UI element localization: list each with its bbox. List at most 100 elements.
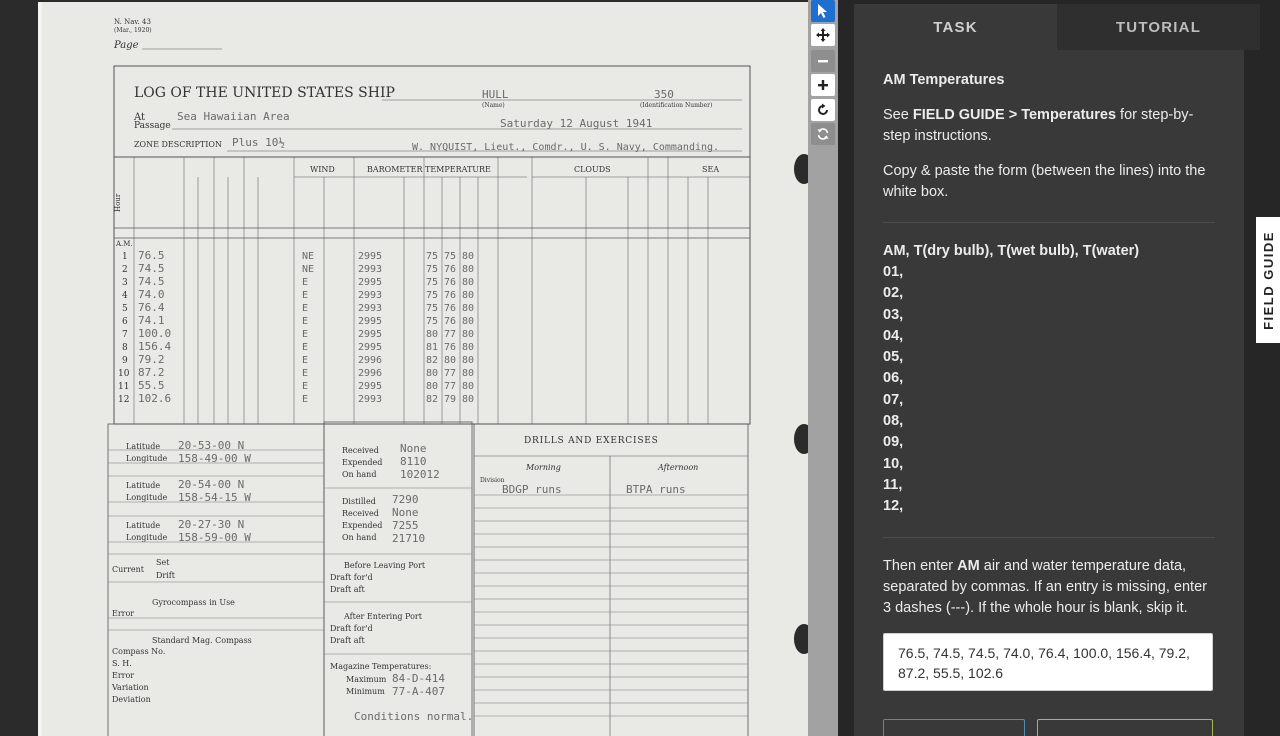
svg-text:75: 75 [426, 264, 438, 275]
page-label: Page [113, 40, 139, 51]
afternoon-header: Afternoon [657, 463, 698, 472]
svg-text:76: 76 [444, 342, 456, 353]
zone-value: Plus 10½ [232, 136, 285, 149]
zoom-in-icon[interactable] [811, 74, 835, 96]
drill-afternoon: BTPA runs [626, 483, 686, 496]
form-line: 07, [883, 391, 904, 408]
fuel-on-hand-label: On hand [342, 470, 376, 479]
water-distilled: 7290 [392, 493, 419, 506]
table-row: 12 102.6 E 2993 82 79 80 [118, 392, 474, 405]
svg-text:76: 76 [444, 290, 456, 301]
pointer-icon[interactable] [811, 0, 835, 22]
svg-text:102.6: 102.6 [138, 392, 171, 405]
table-row: 6 74.1 E 2995 75 76 80 [122, 314, 474, 327]
svg-text:3: 3 [122, 278, 128, 288]
document-viewer[interactable]: N. Nav. 43 (Mar., 1920) Page LOG OF THE … [0, 0, 808, 736]
svg-text:75: 75 [444, 251, 456, 262]
instruction-bold: AM [957, 557, 980, 574]
svg-text:80: 80 [462, 355, 474, 366]
move-icon[interactable] [811, 24, 835, 46]
water-on-hand: 21710 [392, 532, 425, 545]
svg-text:80: 80 [462, 251, 474, 262]
svg-text:E: E [302, 342, 308, 353]
passage-label: Passage [134, 121, 171, 131]
svg-text:E: E [302, 316, 308, 327]
svg-text:12: 12 [118, 395, 129, 405]
table-row: 4 74.0 E 2993 75 76 80 [122, 288, 474, 301]
wind-header: WIND [310, 165, 335, 174]
division-label: Division [480, 477, 505, 484]
svg-text:80: 80 [426, 368, 438, 379]
before-leaving-label: Before Leaving Port [344, 561, 426, 570]
instruction-field-guide: See FIELD GUIDE > Temperatures for step-… [883, 105, 1215, 147]
sh-label: S. H. [112, 659, 132, 668]
field-guide-label: FIELD GUIDE [1260, 230, 1276, 330]
svg-text:74.5: 74.5 [138, 275, 165, 288]
svg-text:2993: 2993 [358, 290, 382, 301]
svg-text:7: 7 [122, 330, 128, 340]
form-line: 03, [883, 306, 904, 323]
svg-text:2995: 2995 [358, 251, 382, 262]
svg-text:80: 80 [462, 329, 474, 340]
commanding-officer: W. NYQUIST, Lieut., Comdr., U. S. Navy, … [412, 142, 719, 153]
svg-text:75: 75 [426, 290, 438, 301]
svg-text:75: 75 [426, 316, 438, 327]
tab-tutorial[interactable]: TUTORIAL [1057, 4, 1260, 50]
form-line: 04, [883, 327, 904, 344]
refresh-icon[interactable] [811, 123, 835, 145]
svg-text:E: E [302, 394, 308, 405]
svg-text:77: 77 [444, 381, 456, 392]
lat-label-noon: Latitude [126, 481, 160, 490]
svg-text:E: E [302, 329, 308, 340]
water-on-hand-label: On hand [342, 533, 376, 542]
svg-text:80: 80 [462, 342, 474, 353]
svg-text:2993: 2993 [358, 303, 382, 314]
svg-text:2995: 2995 [358, 342, 382, 353]
instruction-text: See [883, 107, 913, 123]
morning-header: Morning [525, 463, 561, 472]
task-heading: AM Temperatures [883, 72, 1005, 88]
svg-text:NE: NE [302, 264, 314, 275]
svg-text:80: 80 [462, 394, 474, 405]
svg-text:1: 1 [122, 252, 128, 262]
svg-text:80: 80 [426, 329, 438, 340]
tab-task[interactable]: TASK [854, 4, 1057, 50]
gyrocompass-label: Gyrocompass in Use [152, 598, 235, 607]
lat-label-8pm: Latitude [126, 521, 160, 530]
svg-text:76.4: 76.4 [138, 301, 165, 314]
form-lines: 01, 02, 03, 04, 05, 06, 07, 08, 09, 10, … [883, 262, 1215, 518]
current-label: Current [112, 565, 145, 574]
panel-tabs: TASK TUTORIAL [854, 4, 1260, 50]
primary-button[interactable] [1037, 719, 1213, 736]
fuel-expended: 8110 [400, 455, 427, 468]
ship-number: 350 [654, 88, 674, 101]
svg-text:82: 82 [426, 355, 438, 366]
svg-text:E: E [302, 277, 308, 288]
svg-text:5: 5 [122, 304, 128, 314]
form-line: 02, [883, 285, 904, 302]
form-line: 01, [883, 264, 904, 280]
secondary-button[interactable] [883, 719, 1025, 736]
name-caption: (Name) [482, 102, 505, 109]
maximum-label: Maximum [346, 675, 387, 684]
table-row: 10 87.2 E 2996 80 77 80 [118, 366, 474, 379]
temperature-header: TEMPERATURE [425, 165, 491, 174]
svg-text:80: 80 [462, 264, 474, 275]
error-label: Error [112, 609, 134, 618]
table-row: 11 55.5 E 2995 80 77 80 [118, 379, 474, 392]
id-caption: (Identification Number) [640, 102, 712, 109]
svg-text:82: 82 [426, 394, 438, 405]
hour-header: Hour [114, 193, 122, 212]
svg-text:10: 10 [118, 369, 130, 379]
svg-text:E: E [302, 303, 308, 314]
zoom-out-icon[interactable] [811, 50, 835, 72]
svg-text:E: E [302, 355, 308, 366]
lon-label-8pm: Longitude [126, 533, 167, 542]
rotate-icon[interactable] [811, 99, 835, 121]
field-guide-tab[interactable]: FIELD GUIDE [1256, 217, 1280, 343]
answer-textarea[interactable]: 76.5, 74.5, 74.5, 74.0, 76.4, 100.0, 156… [883, 632, 1213, 691]
svg-text:55.5: 55.5 [138, 379, 165, 392]
svg-text:2995: 2995 [358, 316, 382, 327]
error-label-2: Error [112, 671, 134, 680]
water-expended: 7255 [392, 519, 419, 532]
